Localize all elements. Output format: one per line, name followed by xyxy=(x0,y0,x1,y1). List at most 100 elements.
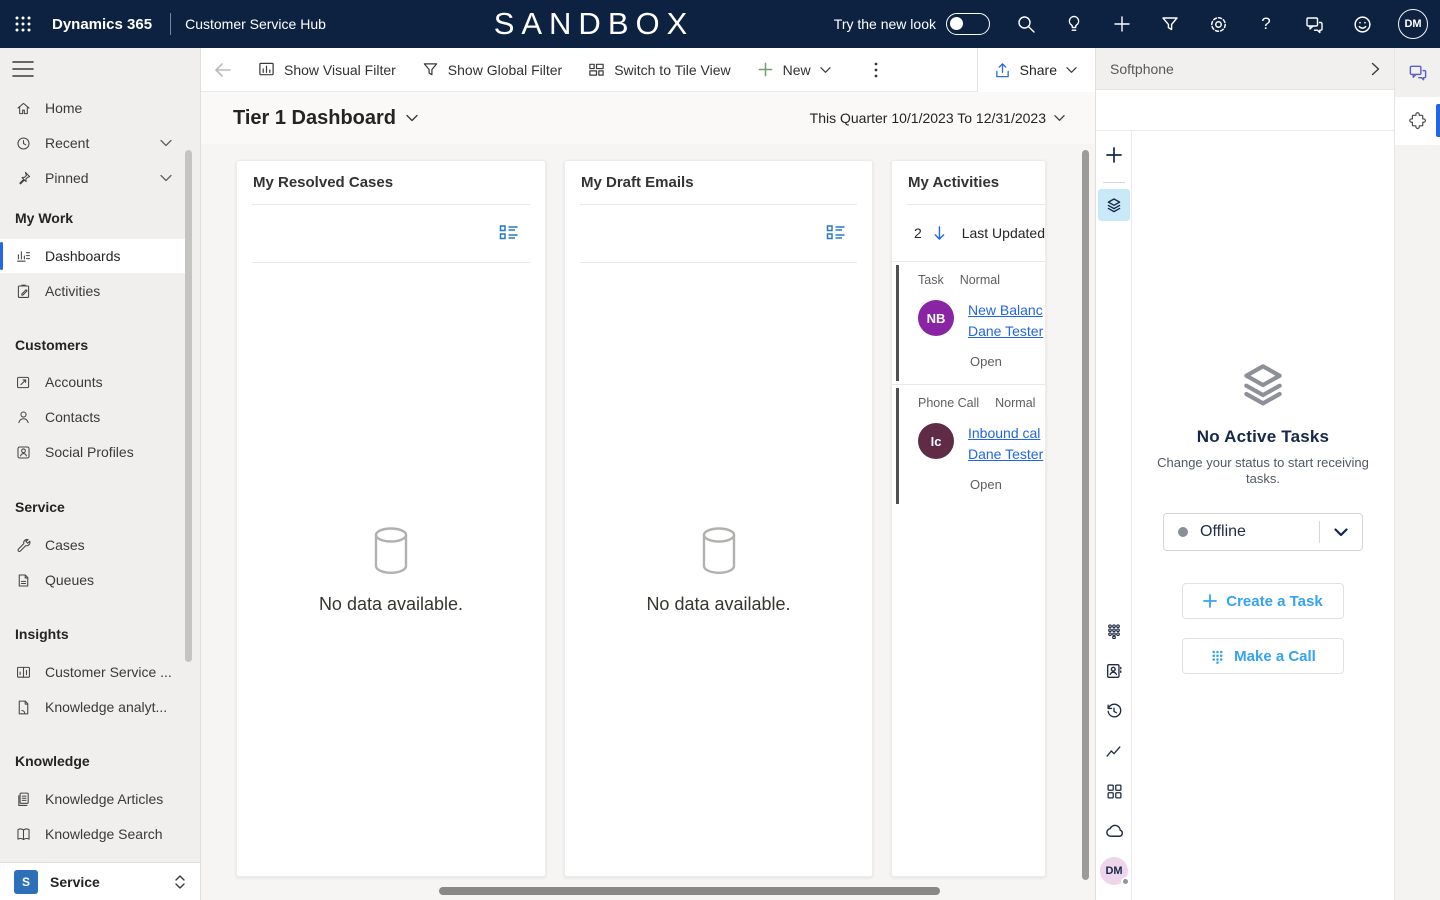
dynamics-brand[interactable]: Dynamics 365 xyxy=(52,16,152,33)
dashboard-selector[interactable]: Tier 1 Dashboard xyxy=(233,107,418,130)
sidebar-item-queues[interactable]: Queues xyxy=(0,563,188,597)
knowledge-articles-icon xyxy=(15,791,32,808)
show-visual-filter-button[interactable]: Show Visual Filter xyxy=(245,48,409,92)
sidebar-item-knowledge-search[interactable]: Knowledge Search xyxy=(0,817,188,851)
vertical-scrollbar[interactable] xyxy=(1082,150,1089,880)
puzzle-plugin-icon[interactable] xyxy=(1408,111,1428,131)
activity-regarding-link[interactable]: Dane Tester xyxy=(968,446,1043,462)
sidebar-item-customer-service-insights[interactable]: Customer Service ... xyxy=(0,655,188,689)
activity-type: Task xyxy=(918,273,944,287)
sidebar-item-contacts[interactable]: Contacts xyxy=(0,400,188,434)
hamburger-menu-icon[interactable] xyxy=(12,60,36,80)
record-count: 2 xyxy=(914,225,922,241)
activity-subject-link[interactable]: Inbound cal xyxy=(968,425,1043,441)
cloud-icon[interactable] xyxy=(1104,821,1124,841)
dialpad-icon xyxy=(1210,649,1225,664)
page-title: Tier 1 Dashboard xyxy=(233,107,396,130)
search-icon[interactable] xyxy=(1014,12,1038,36)
view-records-list-icon[interactable] xyxy=(499,224,519,242)
view-records-list-icon[interactable] xyxy=(826,224,846,242)
sidebar-item-home[interactable]: Home xyxy=(0,91,188,125)
activity-subject-link[interactable]: New Balanc xyxy=(968,302,1043,318)
make-call-button[interactable]: Make a Call xyxy=(1182,638,1344,674)
contact-card-icon[interactable] xyxy=(1104,661,1124,681)
new-look-label: Try the new look xyxy=(834,16,936,32)
sidebar-scrollbar[interactable] xyxy=(185,150,192,662)
sidebar-item-pinned[interactable]: Pinned xyxy=(0,161,188,195)
sidebar-item-label: Accounts xyxy=(45,374,103,390)
lightbulb-icon[interactable] xyxy=(1062,12,1086,36)
insights-chart-icon xyxy=(15,664,32,681)
new-session-plus-icon[interactable] xyxy=(1104,145,1124,165)
softphone-panel: Softphone xyxy=(1095,48,1394,900)
sidebar-item-activities[interactable]: Activities xyxy=(0,274,188,308)
sidebar-item-dashboards[interactable]: Dashboards xyxy=(0,239,188,273)
new-button[interactable]: New xyxy=(744,48,844,92)
sidebar-item-knowledge-analytics[interactable]: Knowledge analyt... xyxy=(0,690,188,724)
filter-icon[interactable] xyxy=(1158,12,1182,36)
new-look-toggle[interactable] xyxy=(946,13,990,35)
toggle-knob xyxy=(950,17,963,30)
activity-regarding-link[interactable]: Dane Tester xyxy=(968,323,1043,339)
sandbox-environment-banner: SANDBOX xyxy=(494,6,695,42)
sidebar-item-label: Queues xyxy=(45,572,94,588)
activity-priority: Normal xyxy=(995,396,1035,410)
activity-list-item[interactable]: Task Normal NB New Balanc Dane Tester Op… xyxy=(892,262,1046,384)
quick-create-plus-icon[interactable] xyxy=(1110,12,1134,36)
sidebar-section-knowledge: Knowledge xyxy=(15,750,90,772)
sidebar-item-social-profiles[interactable]: Social Profiles xyxy=(0,435,188,469)
sidebar-item-label: Pinned xyxy=(45,170,89,186)
main-content: Show Visual Filter Show Global Filter Sw… xyxy=(200,48,1095,900)
teams-chat-icon[interactable] xyxy=(1408,63,1428,83)
sidebar-item-label: Cases xyxy=(45,537,85,553)
card-my-resolved-cases: My Resolved Cases No data available. xyxy=(236,160,546,877)
feedback-chat-icon[interactable] xyxy=(1302,12,1326,36)
app-name[interactable]: Customer Service Hub xyxy=(185,16,326,32)
horizontal-scrollbar[interactable] xyxy=(439,887,940,895)
create-task-button[interactable]: Create a Task xyxy=(1182,583,1344,619)
help-icon[interactable]: ? xyxy=(1254,12,1278,36)
dialpad-icon[interactable] xyxy=(1104,621,1124,641)
user-avatar[interactable]: DM xyxy=(1398,9,1428,39)
sidebar-item-recent[interactable]: Recent xyxy=(0,126,188,160)
empty-chart-area: No data available. xyxy=(565,263,872,877)
sidebar-item-accounts[interactable]: Accounts xyxy=(0,365,188,399)
sidebar-item-label: Contacts xyxy=(45,409,100,425)
plus-icon xyxy=(757,61,774,78)
sort-descending-arrow-icon[interactable] xyxy=(932,225,947,242)
session-tabs-strip: DM xyxy=(1096,131,1132,900)
more-commands-icon[interactable] xyxy=(858,48,894,92)
selected-rail-indicator xyxy=(1436,104,1440,137)
collapse-panel-chevron-icon[interactable] xyxy=(1371,62,1380,76)
avatar: Ic xyxy=(918,423,954,459)
dashboard-canvas: My Resolved Cases No data available. My … xyxy=(201,144,1095,900)
timeframe-selector[interactable]: This Quarter 10/1/2023 To 12/31/2023 xyxy=(810,110,1065,126)
softphone-title: Softphone xyxy=(1110,61,1174,77)
sidebar-item-knowledge-articles[interactable]: Knowledge Articles xyxy=(0,782,188,816)
switch-to-tile-view-button[interactable]: Switch to Tile View xyxy=(575,48,743,92)
softphone-content: No Active Tasks Change your status to st… xyxy=(1132,131,1394,900)
line-chart-icon[interactable] xyxy=(1104,741,1124,761)
area-tile: S xyxy=(14,870,38,894)
sort-field-label[interactable]: Last Updated xyxy=(962,225,1045,241)
smiley-feedback-icon[interactable] xyxy=(1350,12,1374,36)
apps-grid-icon[interactable] xyxy=(1104,781,1124,801)
activity-list-item[interactable]: Phone Call Normal Ic Inbound cal Dane Te… xyxy=(892,384,1046,507)
app-launcher-waffle-icon[interactable] xyxy=(0,0,46,48)
card-toolbar xyxy=(565,205,872,262)
area-switcher[interactable]: S Service xyxy=(0,862,200,900)
show-global-filter-button[interactable]: Show Global Filter xyxy=(409,48,575,92)
sidebar-item-cases[interactable]: Cases xyxy=(0,528,188,562)
presence-status-dropdown[interactable]: Offline xyxy=(1163,513,1363,551)
sidebar-section-insights: Insights xyxy=(15,623,69,645)
layers-stack-icon xyxy=(1105,196,1123,214)
back-arrow-icon[interactable] xyxy=(201,48,245,92)
history-icon[interactable] xyxy=(1104,701,1124,721)
area-switcher-chevrons-icon xyxy=(174,874,186,890)
active-session-tab[interactable] xyxy=(1098,189,1130,221)
share-button[interactable]: Share xyxy=(977,48,1095,92)
activity-status: Open xyxy=(970,354,1046,369)
settings-gear-icon[interactable] xyxy=(1206,12,1230,36)
agent-avatar[interactable]: DM xyxy=(1100,857,1128,885)
knowledge-search-icon xyxy=(15,826,32,843)
